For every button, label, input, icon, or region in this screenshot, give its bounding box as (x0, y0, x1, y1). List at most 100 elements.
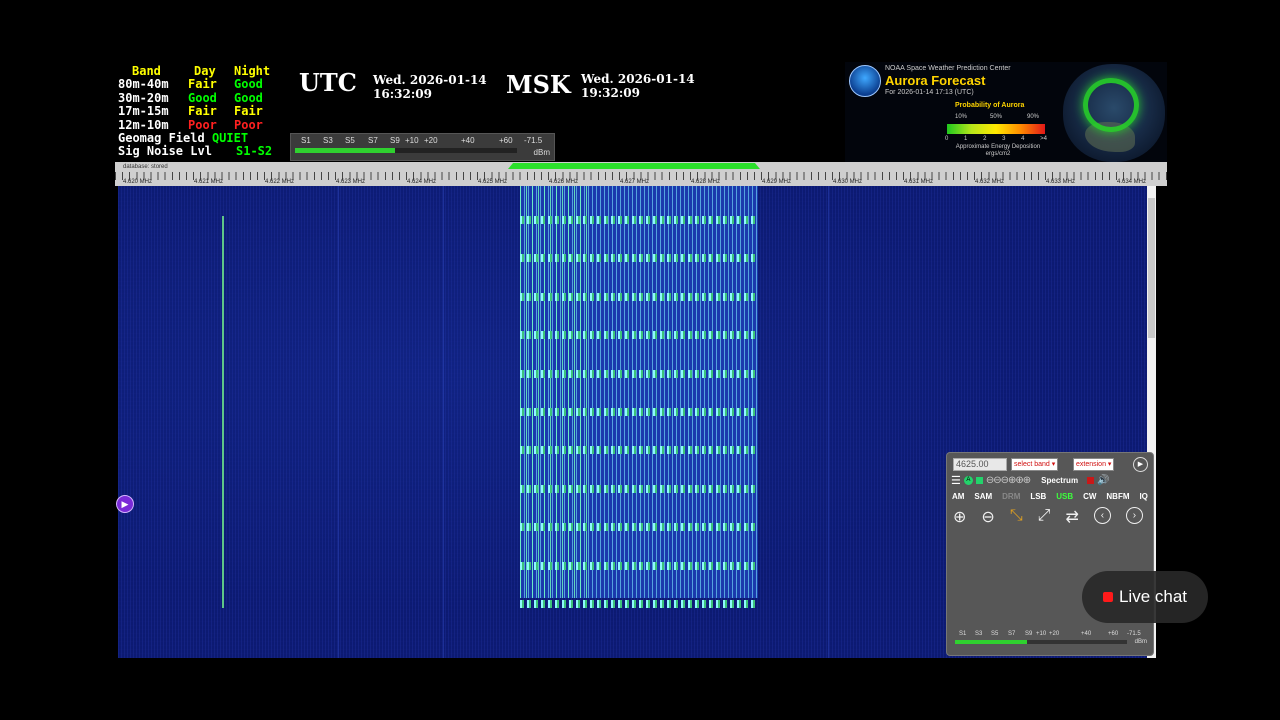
aurora-pct: 10% (955, 114, 968, 120)
speaker-icon[interactable]: 🔊 (1097, 475, 1109, 486)
mode-button-drm[interactable]: DRM (1001, 491, 1021, 502)
mode-button-sam[interactable]: SAM (973, 491, 993, 502)
signal-strong-lines (520, 186, 590, 598)
frequency-label: 4.631 MHz (904, 179, 934, 185)
extension-select-label: extension (1076, 461, 1106, 468)
msk-time: 19:32:09 (581, 86, 640, 100)
live-chat-label: Live chat (1118, 587, 1188, 606)
smeter-label: +20 (424, 136, 438, 145)
mode-button-nbfm[interactable]: NBFM (1105, 491, 1130, 502)
band-name: 30m-20m (118, 90, 169, 105)
faint-carrier (828, 186, 829, 658)
noise-value: S1-S2 (236, 144, 273, 159)
band-conditions-header: Band Day Night (118, 64, 272, 78)
aurora-pct: 90% (1027, 114, 1040, 120)
spectrum-button[interactable]: Spectrum (1041, 476, 1078, 485)
night-condition: Good (234, 77, 263, 92)
frequency-input[interactable]: 4625.00 (953, 458, 1007, 471)
aurora-scale-nums: 0 1 2 3 4 >4 (945, 136, 1047, 142)
smeter-label: +10 (405, 136, 419, 145)
aurora-scale-num: 4 (1021, 136, 1025, 142)
smeter-label: +40 (461, 136, 475, 145)
record-icon[interactable] (1087, 476, 1095, 484)
play-circle-icon[interactable]: ▶ (1133, 457, 1148, 472)
frequency-label: 4.632 MHz (975, 179, 1005, 185)
extension-select[interactable]: extension ▾ (1073, 458, 1115, 471)
aurora-oval (1083, 78, 1139, 132)
meter-label: +40 (1081, 631, 1092, 637)
step-left-icon[interactable]: ‹ (1093, 507, 1111, 524)
mode-buttons: AM SAM DRM LSB USB CW NBFM IQ (951, 491, 1149, 502)
day-condition: Poor (188, 117, 217, 132)
geomag-value: QUIET (211, 131, 249, 146)
night-condition: Poor (234, 117, 263, 132)
smeter-label: S7 (368, 136, 378, 145)
aurora-scale-num: 1 (964, 136, 968, 142)
faint-carrier (443, 186, 444, 658)
day-condition: Fair (188, 104, 217, 119)
signal-burst-row (520, 523, 758, 532)
frequency-label: 4.620 MHz (123, 179, 153, 185)
frequency-label: 4.622 MHz (265, 179, 295, 185)
panel-toolbar: ☰ A ⊖⊖⊖⊕⊕⊕ Spectrum 🔊 (951, 473, 1149, 487)
auto-icon[interactable]: A (963, 475, 973, 485)
live-chat-button[interactable]: Live chat (1082, 571, 1208, 623)
mode-button-usb[interactable]: USB (1055, 491, 1074, 502)
aurora-scale-num: >4 (1040, 136, 1047, 142)
noaa-logo-icon (849, 65, 881, 97)
night-condition: Good (234, 90, 263, 105)
zoom-fit-icon[interactable]: ⤡ (1010, 507, 1023, 527)
zoom-in-icon[interactable]: ⊕ (953, 507, 966, 527)
mode-button-am[interactable]: AM (951, 491, 965, 502)
noise-label: Sig Noise Lvl (118, 144, 212, 159)
signal-burst-row (520, 408, 758, 416)
smeter-label: S1 (301, 136, 311, 145)
meter-label: +20 (1049, 631, 1060, 637)
band-select[interactable]: select band ▾ (1011, 458, 1059, 471)
day-condition: Good (188, 90, 217, 105)
signal-burst-row (520, 216, 758, 224)
meter-label: +10 (1036, 631, 1047, 637)
expand-icon[interactable]: ⤢ (1038, 507, 1051, 527)
band-row: 30m-20m Good Good (118, 90, 272, 105)
signal-burst-row (520, 369, 758, 378)
meter-bar (955, 640, 1127, 644)
frequency-label: 4.633 MHz (1046, 179, 1076, 185)
signal-burst-row (520, 292, 758, 301)
frequency-label: 4.623 MHz (336, 179, 366, 185)
smeter-label: S9 (390, 136, 400, 145)
aurora-scale-num: 2 (983, 136, 987, 142)
band-select-label: select band (1014, 461, 1050, 468)
passband-indicator[interactable] (508, 163, 760, 169)
live-indicator-icon (1102, 592, 1113, 602)
zoom-step-icons[interactable]: ⊖⊖⊖⊕⊕⊕ (986, 475, 1031, 486)
utc-time: 16:32:09 (373, 87, 432, 101)
band-name: 80m-40m (118, 77, 169, 92)
signal-burst-row (520, 331, 758, 340)
aurora-forecast-widget: NOAA Space Weather Prediction Center Aur… (845, 62, 1167, 162)
signal-burst-row (520, 484, 758, 493)
meter-unit: dBm (1134, 639, 1147, 645)
frequency-scale[interactable]: database: stored 4.620 MHz 4.621 MHz 4.622… (115, 162, 1167, 186)
frequency-label: 4.624 MHz (407, 179, 437, 185)
play-icon[interactable]: ▶ (116, 495, 134, 513)
meter-label: +60 (1108, 631, 1119, 637)
mode-button-lsb[interactable]: LSB (1029, 491, 1047, 502)
panel-s-meter: S1 S3 S5 S7 S9 +10 +20 +40 +60 -71.5 dBm (953, 631, 1147, 651)
step-right-icon[interactable]: › (1125, 507, 1143, 524)
zoom-out-icon[interactable]: ⊖ (981, 507, 994, 527)
mode-button-iq[interactable]: IQ (1138, 491, 1148, 502)
status-square-icon[interactable] (975, 476, 983, 484)
geomag-label: Geomag Field (118, 131, 205, 146)
aurora-note-line: Approximate Energy Deposition (955, 144, 1041, 150)
swap-icon[interactable]: ⇄ (1066, 507, 1079, 527)
aurora-color-scale (947, 124, 1045, 134)
mode-button-cw[interactable]: CW (1082, 491, 1097, 502)
frequency-label: 4.621 MHz (194, 179, 224, 185)
day-header: Day (194, 64, 216, 78)
aurora-agency: NOAA Space Weather Prediction Center (885, 65, 1011, 72)
menu-icon[interactable]: ☰ (951, 474, 961, 487)
geomag-row: Geomag Field QUIET (118, 131, 272, 146)
msk-date: Wed. 2026-01-14 (581, 72, 695, 86)
scrollbar-thumb[interactable] (1148, 198, 1155, 338)
